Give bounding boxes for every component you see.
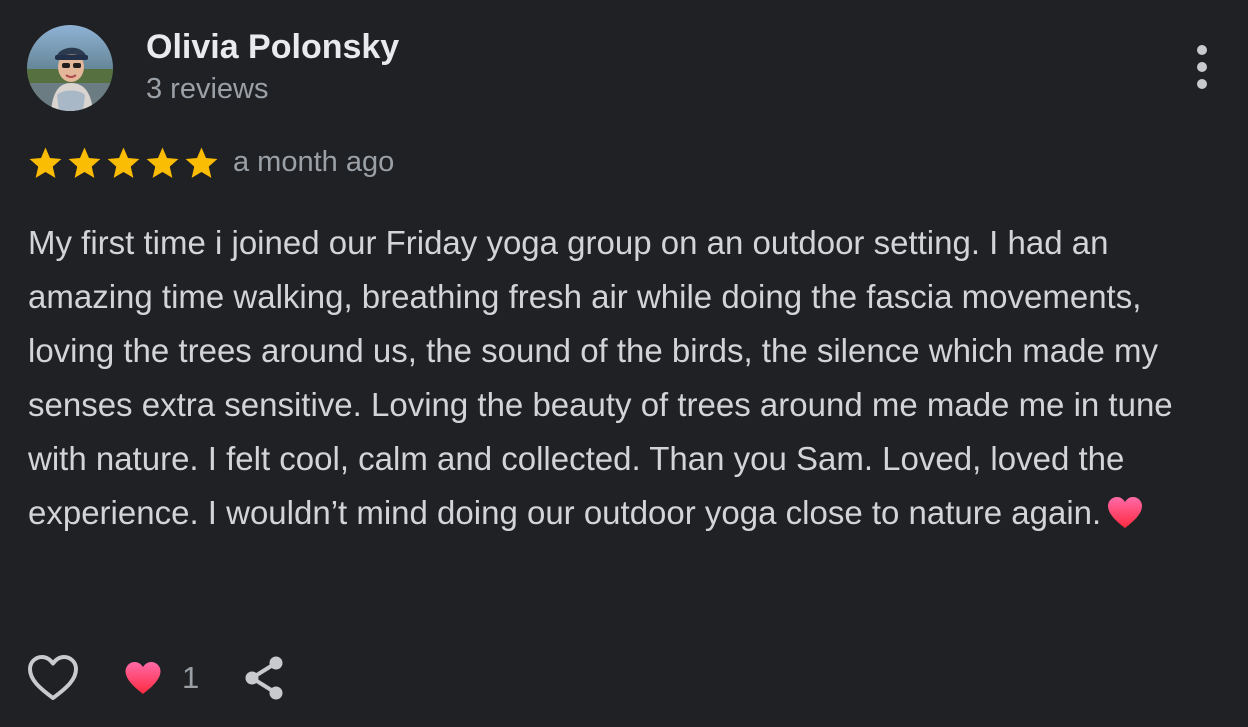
reaction-summary[interactable]: 1 (124, 661, 199, 696)
avatar[interactable] (27, 25, 113, 111)
review-body: My first time i joined our Friday yoga g… (28, 224, 1173, 531)
share-icon (245, 656, 283, 700)
heart-emoji (125, 661, 161, 694)
heart-emoji (1108, 497, 1143, 528)
reviewer-name[interactable]: Olivia Polonsky (146, 27, 399, 67)
star-filled-icon (146, 146, 179, 178)
review-card: Olivia Polonsky 3 reviews a month ago My… (0, 0, 1248, 727)
star-rating (27, 144, 220, 182)
share-button[interactable] (239, 651, 289, 705)
reviewer-review-count: 3 reviews (146, 73, 269, 105)
more-options-button[interactable] (1182, 40, 1222, 94)
more-vert-icon (1197, 45, 1207, 89)
reaction-count: 1 (182, 660, 200, 695)
review-date: a month ago (233, 146, 395, 178)
review-actions: 1 (26, 650, 289, 706)
star-filled-icon (107, 146, 140, 178)
avatar-photo (27, 25, 113, 111)
like-button[interactable] (26, 651, 80, 705)
star-filled-icon (29, 146, 62, 178)
star-filled-icon (185, 146, 218, 178)
heart-outline-icon (28, 655, 78, 700)
review-text: My first time i joined our Friday yoga g… (28, 216, 1228, 540)
star-filled-icon (68, 146, 101, 178)
